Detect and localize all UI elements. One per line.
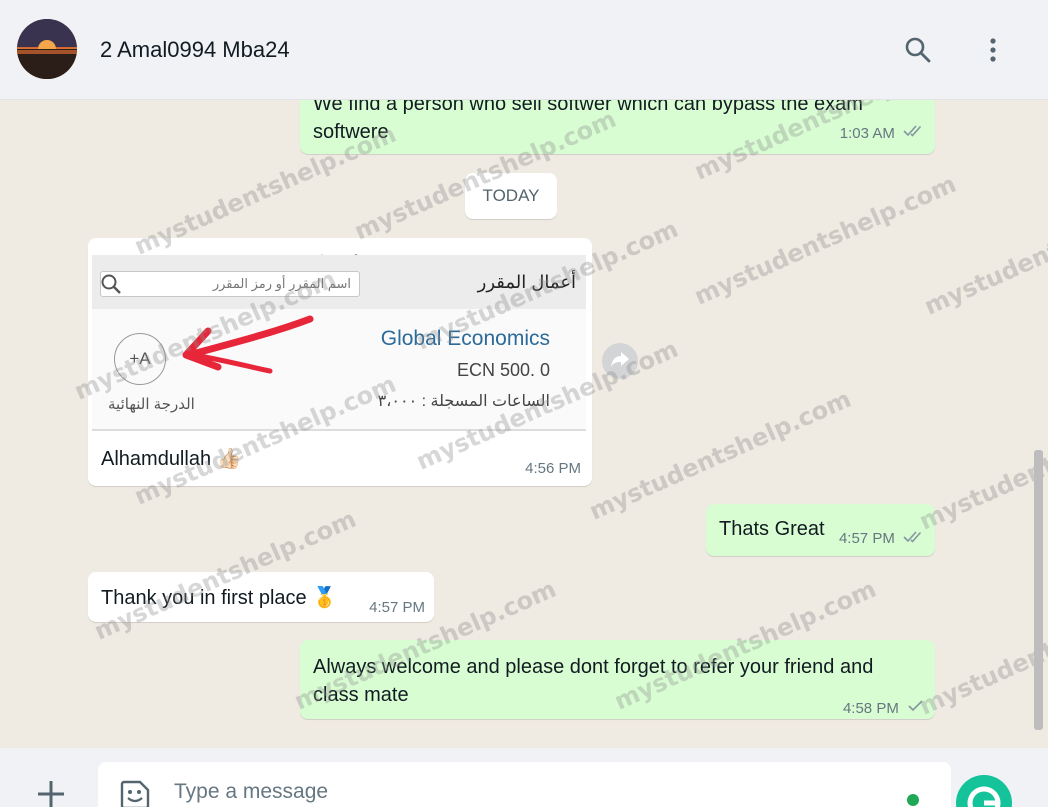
course-code: ECN 500. 0	[456, 360, 550, 380]
forward-icon	[610, 350, 630, 373]
message-input[interactable]	[174, 780, 874, 804]
course-name: Global Economics	[380, 327, 550, 350]
message-time: 1:03 AM	[840, 120, 925, 148]
whatsapp-chat-window: 2 Amal0994 Mba24 We find a person who se…	[0, 0, 1048, 807]
message-text: We find a person who sell softwer which …	[313, 100, 863, 143]
message-bubble-outgoing[interactable]: Always welcome and please dont forget to…	[300, 640, 935, 719]
message-input-container[interactable]	[98, 762, 951, 807]
day-divider: TODAY	[465, 173, 557, 219]
double-tick-icon	[903, 120, 925, 148]
red-arrow-annotation	[178, 311, 318, 387]
message-list[interactable]: We find a person who sell softwer which …	[0, 100, 1048, 748]
image-caption: Alhamdullah 👍🏻	[101, 448, 242, 470]
status-dot	[907, 794, 919, 806]
message-text: Thats Great	[719, 518, 825, 540]
kebab-menu-icon[interactable]	[975, 32, 1011, 68]
chat-header: 2 Amal0994 Mba24	[0, 0, 1048, 100]
message-text: Always welcome and please dont forget to…	[313, 656, 874, 706]
image-card-heading: أعمال المقرر	[477, 272, 576, 292]
chat-scrollbar[interactable]	[1034, 450, 1043, 730]
message-bubble-incoming-image[interactable]: اسم المقرر أو رمز المقرر أعمال المقرر Gl…	[88, 238, 592, 486]
message-text: Thank you in first place 🥇	[101, 587, 338, 609]
double-tick-icon	[903, 530, 925, 548]
single-tick-icon	[907, 695, 925, 723]
image-card-header: اسم المقرر أو رمز المقرر أعمال المقرر	[92, 255, 586, 309]
chat-title[interactable]: 2 Amal0994 Mba24	[100, 37, 290, 63]
forward-button[interactable]	[602, 343, 638, 379]
sticker-emoji-icon[interactable]	[118, 778, 152, 807]
watermark: mystudentshelp.com	[690, 169, 961, 311]
shared-image[interactable]: اسم المقرر أو رمز المقرر أعمال المقرر Gl…	[92, 255, 586, 431]
attach-plus-icon[interactable]	[34, 777, 68, 807]
message-time: 4:57 PM	[839, 530, 925, 548]
message-time: 4:58 PM	[843, 695, 925, 723]
message-time: 4:56 PM	[525, 460, 581, 477]
image-search-icon	[100, 273, 122, 301]
message-bubble-outgoing[interactable]: We find a person who sell softwer which …	[300, 100, 935, 154]
message-time: 4:57 PM	[369, 599, 425, 616]
course-hours: الساعات المسجلة : ٣،٠٠٠	[377, 393, 550, 410]
message-bubble-incoming[interactable]: Thank you in first place 🥇 4:57 PM	[88, 572, 434, 622]
grade-circle: +A	[114, 333, 166, 385]
watermark: mystudentshelp.com	[920, 179, 1048, 321]
search-icon[interactable]	[900, 32, 936, 68]
image-search-field: اسم المقرر أو رمز المقرر	[100, 271, 360, 297]
message-bubble-outgoing[interactable]: Thats Great 4:57 PM	[706, 504, 935, 556]
image-bottom-divider	[92, 429, 586, 431]
contact-avatar[interactable]	[17, 19, 77, 79]
grade-label: الدرجة النهائية	[108, 396, 195, 413]
